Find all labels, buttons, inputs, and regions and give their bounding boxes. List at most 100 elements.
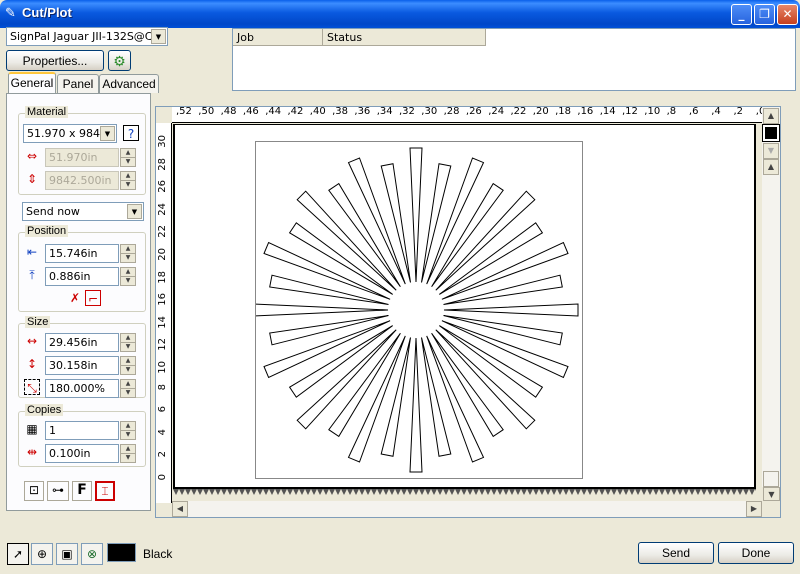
tab-general[interactable]: General <box>8 72 56 94</box>
chevron-down-icon[interactable]: ▼ <box>151 29 166 44</box>
ruler-tick-label: ,38 <box>332 107 348 117</box>
color-swatch[interactable] <box>107 543 136 562</box>
select-arrow-icon[interactable]: ➚ <box>7 543 29 565</box>
chevron-down-icon[interactable]: ▼ <box>100 126 115 141</box>
ruler-tick-label: ,52 <box>176 107 192 117</box>
copies-spacing-field[interactable]: 0.100in <box>45 444 119 463</box>
device-settings-gear-icon[interactable]: ⚙ <box>108 50 131 71</box>
ruler-tick-label: ,40 <box>309 107 326 117</box>
ruler-tick-label: ,24 <box>488 107 505 117</box>
ruler-tick-label: 28 <box>157 157 168 171</box>
tool-path-icon[interactable]: ⊶ <box>47 481 69 501</box>
star-ray <box>426 335 485 463</box>
material-select[interactable]: 51.970 x 9842 ▼ <box>23 124 117 143</box>
minimize-button[interactable]: _ <box>731 4 752 25</box>
scroll-thumb[interactable] <box>763 471 779 487</box>
zoom-fit-icon[interactable]: ⊗ <box>81 543 103 565</box>
material-edge-teeth <box>173 489 756 495</box>
ruler-tick-label: ,4 <box>711 107 721 117</box>
window-title: Cut/Plot <box>22 5 72 20</box>
font-icon[interactable]: F <box>72 481 92 501</box>
bottom-toolbar: ➚ ⊕ ▣ ⊗ Black Send Done <box>0 540 800 574</box>
ruler-tick-label: ,20 <box>532 107 549 117</box>
chevron-down-icon[interactable]: ▼ <box>127 204 142 219</box>
zoom-page-icon[interactable]: ▣ <box>56 543 78 565</box>
copies-spacing-spinner[interactable]: ▲ ▼ <box>120 444 136 463</box>
star-ray <box>443 303 579 317</box>
position-y-spinner[interactable]: ▲ ▼ <box>120 267 136 286</box>
vertical-scrollbar[interactable]: ▲ ▼ ▲ <box>762 107 780 487</box>
starburst-artwork[interactable] <box>253 142 584 480</box>
send-mode-select[interactable]: Send now ▼ <box>22 202 144 221</box>
ruler-tick-label: 4 <box>157 428 168 436</box>
ruler-tick-label: 30 <box>157 135 168 148</box>
fit-view-icon[interactable] <box>762 124 780 142</box>
material-length-spinner: ▲ ▼ <box>120 171 136 190</box>
position-y-icon: ⤒ <box>29 268 35 282</box>
copies-count-field[interactable]: 1 <box>45 421 119 440</box>
size-height-spinner[interactable]: ▲ ▼ <box>120 356 136 375</box>
position-x-icon: ⇤ <box>26 245 38 259</box>
restore-button[interactable]: ❐ <box>754 4 775 25</box>
ruler-tick-label: 22 <box>157 225 168 239</box>
ruler-tick-label: 14 <box>157 315 168 329</box>
scale-icon: ⤡ <box>24 379 40 395</box>
copies-count-spinner[interactable]: ▲ ▼ <box>120 421 136 440</box>
device-select[interactable]: SignPal Jaguar JII-132S@COI ▼ <box>6 27 168 46</box>
ruler-tick-label: ,30 <box>421 107 438 117</box>
job-list[interactable]: Job Status <box>232 28 796 91</box>
device-select-value: SignPal Jaguar JII-132S@COI <box>10 30 152 43</box>
position-y-field[interactable]: 0.886in <box>45 267 119 286</box>
done-button[interactable]: Done <box>718 542 794 564</box>
star-ray <box>435 190 536 291</box>
properties-button[interactable]: Properties... <box>6 50 104 71</box>
ruler-tick-label: ,2 <box>733 107 744 117</box>
material-sheet <box>253 141 584 480</box>
tab-panel[interactable]: Panel <box>57 74 99 93</box>
material-edge <box>173 489 756 495</box>
scroll-left-button[interactable]: ◀ <box>172 501 188 517</box>
position-x-spinner[interactable]: ▲ ▼ <box>120 244 136 263</box>
scale-field[interactable]: 180.000% <box>45 379 119 398</box>
size-width-field[interactable]: 29.456in <box>45 333 119 352</box>
scroll-up-button[interactable]: ▲ <box>763 108 779 124</box>
reset-position-icon[interactable]: ✗ <box>67 290 83 306</box>
star-ray <box>441 320 569 379</box>
scroll-down-button[interactable]: ▼ <box>763 487 780 501</box>
size-height-field[interactable]: 30.158in <box>45 356 119 375</box>
cut-plot-window: ✎ Cut/Plot _ ❐ ✕ SignPal Jaguar JII-132S… <box>0 0 800 574</box>
frame-icon[interactable]: ⌶ <box>95 481 115 501</box>
column-header-status[interactable]: Status <box>323 29 486 46</box>
scroll-up-icon[interactable]: ▲ <box>763 159 779 175</box>
material-width-spinner: ▲ ▼ <box>120 148 136 167</box>
tab-advanced[interactable]: Advanced <box>99 74 159 93</box>
scale-spinner[interactable]: ▲ ▼ <box>120 379 136 398</box>
ruler-tick-label: ,18 <box>555 107 571 117</box>
send-button[interactable]: Send <box>638 542 714 564</box>
star-ray <box>409 147 423 283</box>
vertical-size-icon: ↕ <box>26 357 38 371</box>
column-header-job[interactable]: Job <box>233 29 323 46</box>
send-mode-value: Send now <box>26 205 80 218</box>
scroll-arrow-icon[interactable]: ▼ <box>763 143 779 159</box>
preview-area[interactable] <box>173 124 756 489</box>
star-ray <box>296 329 397 430</box>
weed-border-icon[interactable]: ⊡ <box>24 481 44 501</box>
star-ray <box>435 329 536 430</box>
material-help-icon[interactable]: ? <box>123 125 139 141</box>
star-ray <box>263 241 391 300</box>
scroll-right-button[interactable]: ▶ <box>746 501 762 517</box>
position-x-field[interactable]: 15.746in <box>45 244 119 263</box>
ruler-tick-label: ,6 <box>688 107 699 117</box>
zoom-in-icon[interactable]: ⊕ <box>31 543 53 565</box>
preview-canvas-frame: ,52,50,48,46,44,42,40,38,36,34,32,30,28,… <box>155 106 781 518</box>
title-bar[interactable]: ✎ Cut/Plot _ ❐ ✕ <box>0 0 800 28</box>
size-width-spinner[interactable]: ▲ ▼ <box>120 333 136 352</box>
material-length-field: 9842.500in <box>45 171 119 190</box>
star-ray <box>441 241 569 300</box>
horizontal-scrollbar[interactable]: ◀ ▶ <box>172 501 762 517</box>
align-origin-icon[interactable]: ⌐ <box>85 290 101 306</box>
ruler-tick-label: 16 <box>157 293 168 306</box>
horizontal-ruler: ,52 ,50 ,48 ,46 ,44 ,42 ,40 ,38 ,36 ,34 ,32 ,30 ,28,… <box>172 107 762 123</box>
close-button[interactable]: ✕ <box>777 4 798 25</box>
